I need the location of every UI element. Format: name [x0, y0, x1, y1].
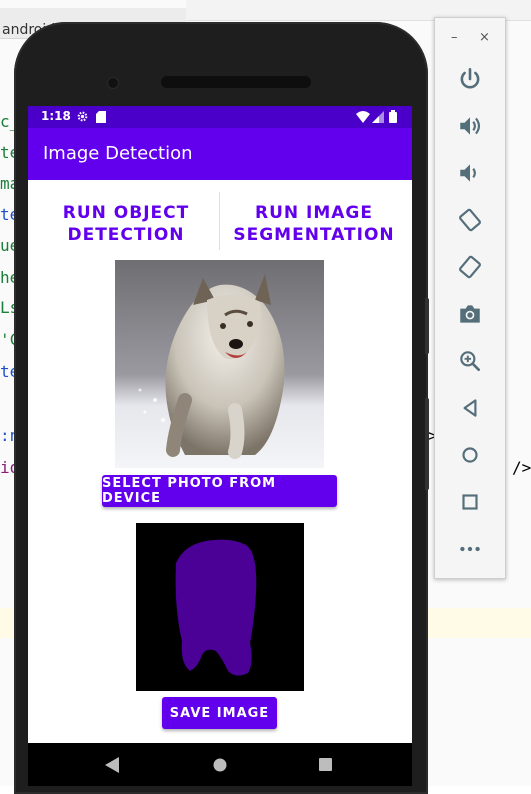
- button-divider: [219, 192, 220, 250]
- back-icon[interactable]: [105, 757, 119, 773]
- rotate-right-icon[interactable]: [457, 254, 483, 280]
- volume-key: [425, 398, 429, 490]
- front-camera: [107, 77, 119, 89]
- camera-icon[interactable]: [457, 301, 483, 327]
- recents-icon[interactable]: [319, 758, 332, 771]
- volume-down-icon[interactable]: [457, 160, 483, 186]
- rotate-left-icon[interactable]: [457, 207, 483, 233]
- battery-icon: [389, 110, 397, 123]
- volume-up-icon[interactable]: [457, 113, 483, 139]
- more-icon[interactable]: [457, 536, 483, 562]
- device-screen: 1:18 Image Detection RUN OBJECT DETECTIO…: [28, 106, 412, 786]
- settings-icon: [77, 111, 88, 122]
- back-icon[interactable]: [457, 395, 483, 421]
- minimize-button[interactable]: –: [451, 30, 458, 45]
- navigation-bar: [28, 743, 412, 786]
- emulator-toolbar: – ×: [434, 17, 506, 579]
- power-icon[interactable]: [457, 66, 483, 92]
- app-title: Image Detection: [43, 143, 193, 164]
- status-bar: 1:18: [28, 106, 412, 128]
- signal-icon: [372, 111, 384, 123]
- sd-card-icon: [96, 111, 106, 123]
- home-icon[interactable]: [213, 758, 227, 772]
- run-image-segmentation-button[interactable]: RUN IMAGE SEGMENTATION: [224, 202, 404, 246]
- home-icon[interactable]: [457, 442, 483, 468]
- status-time: 1:18: [41, 109, 71, 123]
- close-button[interactable]: ×: [479, 30, 490, 45]
- zoom-icon[interactable]: [457, 348, 483, 374]
- code-fragment-right: />: [512, 458, 531, 477]
- select-photo-button[interactable]: SELECT PHOTO FROM DEVICE: [102, 475, 337, 507]
- earpiece-speaker: [161, 76, 311, 88]
- wifi-icon: [356, 111, 370, 123]
- overview-icon[interactable]: [457, 489, 483, 515]
- input-photo: [115, 260, 324, 468]
- power-key: [425, 298, 429, 354]
- save-image-button[interactable]: SAVE IMAGE: [162, 697, 277, 729]
- segmentation-mask: [136, 523, 304, 691]
- run-object-detection-button[interactable]: RUN OBJECT DETECTION: [36, 202, 216, 246]
- app-bar: Image Detection: [28, 128, 412, 180]
